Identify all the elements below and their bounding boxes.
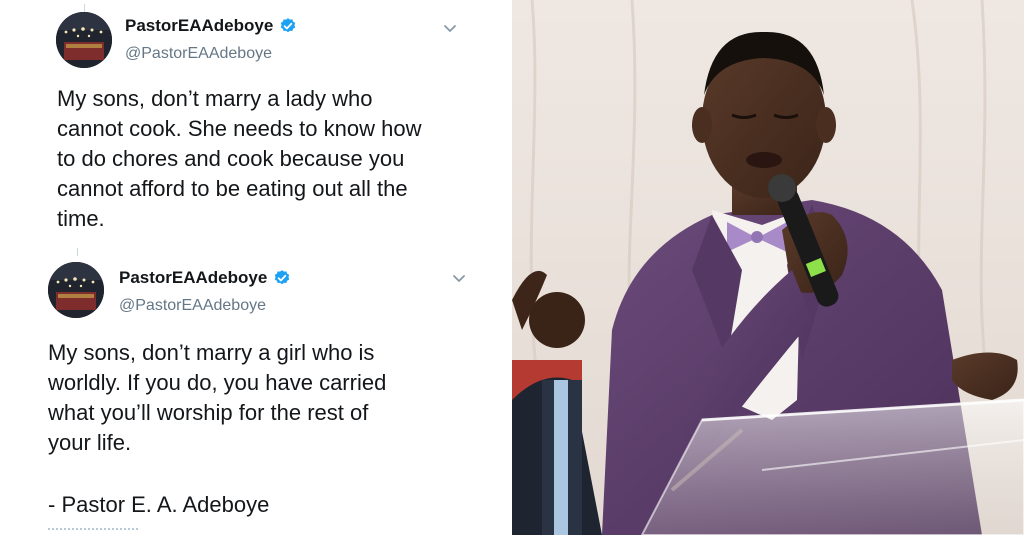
verified-badge-icon [281,18,296,33]
name-row: PastorEAAdeboye [125,16,297,36]
avatar[interactable] [48,262,104,318]
name-row: PastorEAAdeboye [119,268,291,288]
thread-line [84,4,85,12]
hashtag-fragment [48,528,138,535]
speaker-photo [512,0,1024,535]
handle[interactable]: @PastorEAAdeboye [119,297,266,315]
speaker-illustration [512,0,1024,535]
avatar[interactable] [56,12,112,68]
signature: - Pastor E. A. Adeboye [48,492,270,517]
display-name[interactable]: PastorEAAdeboye [125,16,273,36]
chevron-down-icon[interactable] [451,270,467,286]
tweet-text: My sons, don’t marry a lady who cannot c… [57,86,422,231]
tweet-text: My sons, don’t marry a girl who is world… [48,340,387,455]
tweets-panel: PastorEAAdeboye @PastorEAAdeboye My sons… [0,0,512,535]
verified-badge-icon [275,270,290,285]
thread-line [77,248,78,256]
chevron-down-icon[interactable] [442,20,458,36]
handle[interactable]: @PastorEAAdeboye [125,45,272,63]
display-name[interactable]: PastorEAAdeboye [119,268,267,288]
